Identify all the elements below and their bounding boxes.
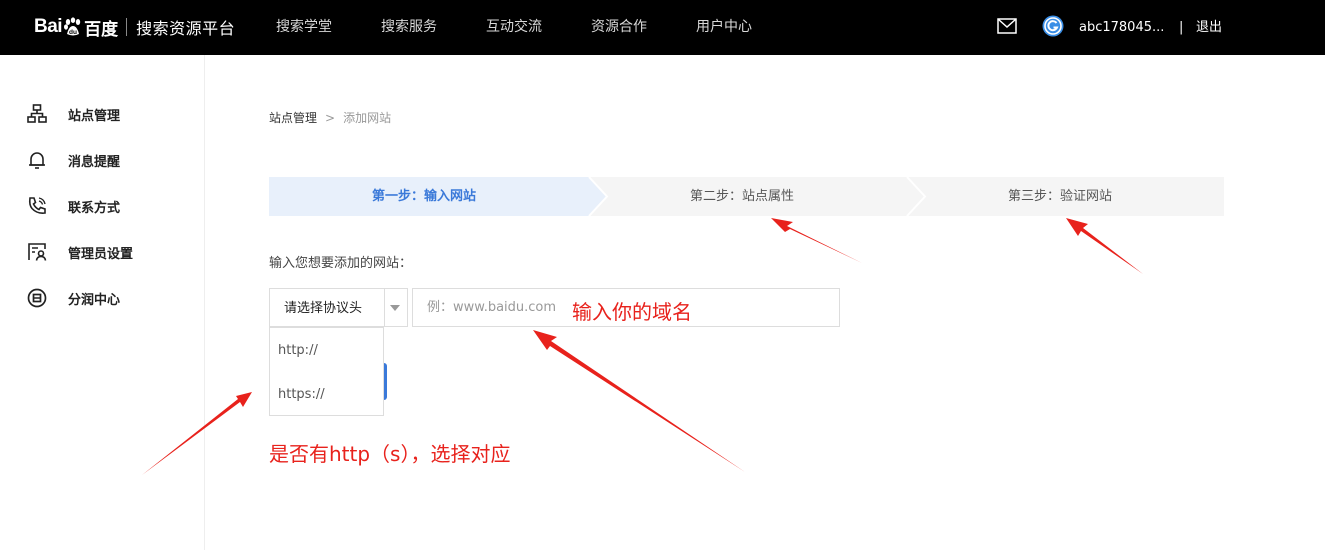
sidebar-item-label: 站点管理 bbox=[68, 108, 121, 124]
protocol-select[interactable]: 请选择协议头 bbox=[269, 288, 408, 327]
nav-item-user-center[interactable]: 用户中心 bbox=[696, 0, 752, 55]
step-2-label: 第二步：站点属性 bbox=[690, 189, 795, 204]
phone-icon bbox=[28, 197, 46, 214]
nav-item-search-academy[interactable]: 搜索学堂 bbox=[276, 0, 332, 55]
sidebar-item-label: 联系方式 bbox=[68, 200, 121, 216]
dropdown-option-http[interactable]: http:// bbox=[278, 343, 318, 358]
breadcrumb-separator: > bbox=[325, 111, 336, 125]
top-navigation-bar: Bai du 百度 搜索资源平台 搜索学堂 搜索服务 互动交流 资源合作 用户中… bbox=[0, 0, 1325, 55]
nav-item-search-services[interactable]: 搜索服务 bbox=[381, 0, 437, 55]
revenue-icon bbox=[27, 288, 47, 308]
caret-down-icon[interactable] bbox=[390, 305, 400, 311]
step-chevron bbox=[906, 177, 927, 216]
sidebar-item-label: 分润中心 bbox=[68, 292, 121, 308]
sidebar-item-label: 消息提醒 bbox=[68, 154, 121, 170]
page: Bai du 百度 搜索资源平台 搜索学堂 搜索服务 互动交流 资源合作 用户中… bbox=[0, 0, 1325, 550]
step-1-label: 第一步：输入网站 bbox=[372, 189, 477, 204]
sitemap-icon bbox=[27, 104, 47, 123]
platform-title: 搜索资源平台 bbox=[136, 19, 236, 38]
select-divider bbox=[384, 289, 385, 326]
sidebar-item-revenue-center[interactable]: 分润中心 bbox=[26, 287, 120, 309]
breadcrumb: 站点管理 > 添加网站 bbox=[269, 109, 391, 126]
sidebar-item-admin-settings[interactable]: 管理员设置 bbox=[26, 241, 133, 263]
dropdown-option-https[interactable]: https:// bbox=[278, 387, 325, 402]
logo-bai-text: Bai bbox=[34, 16, 63, 37]
sidebar-item-notifications[interactable]: 消息提醒 bbox=[26, 149, 120, 171]
main-nav: 搜索学堂 搜索服务 互动交流 资源合作 用户中心 bbox=[276, 0, 801, 55]
header-separator: | bbox=[1179, 20, 1184, 35]
paw-icon: du bbox=[63, 17, 83, 37]
breadcrumb-current: 添加网站 bbox=[343, 111, 392, 125]
step-3-label: 第三步：验证网站 bbox=[1008, 189, 1113, 204]
protocol-select-value: 请选择协议头 bbox=[284, 301, 363, 316]
site-input-label: 输入您想要添加的网站： bbox=[269, 256, 413, 271]
svg-text:du: du bbox=[69, 29, 77, 36]
sidebar: 站点管理 消息提醒 联系方式 管理员设置 分润中心 bbox=[0, 55, 205, 550]
mail-icon[interactable] bbox=[997, 18, 1017, 34]
bell-icon bbox=[29, 152, 45, 169]
username[interactable]: abc178045... bbox=[1079, 0, 1164, 55]
sidebar-item-contact[interactable]: 联系方式 bbox=[26, 195, 120, 217]
arrow-to-domain-input bbox=[533, 330, 745, 472]
annotation-protocol-hint: 是否有http（s），选择对应 bbox=[269, 442, 511, 466]
logo-divider bbox=[126, 18, 128, 36]
arrow-to-step-2 bbox=[771, 218, 862, 263]
step-progress: 第一步：输入网站 第二步：站点属性 第三步：验证网站 bbox=[269, 177, 1224, 216]
baidu-logo[interactable]: Bai du 百度 搜索资源平台 bbox=[34, 9, 235, 45]
logout-link[interactable]: 退出 bbox=[1196, 0, 1222, 55]
logo-du-text: 百度 bbox=[84, 19, 119, 39]
annotation-domain-hint: 输入你的域名 bbox=[572, 300, 692, 324]
user-avatar-icon[interactable] bbox=[1042, 15, 1064, 37]
breadcrumb-parent[interactable]: 站点管理 bbox=[269, 111, 317, 125]
sidebar-item-label: 管理员设置 bbox=[68, 246, 134, 262]
nav-item-resource-cooperation[interactable]: 资源合作 bbox=[591, 0, 647, 55]
nav-item-community[interactable]: 互动交流 bbox=[486, 0, 542, 55]
sidebar-item-site-management[interactable]: 站点管理 bbox=[26, 103, 120, 125]
admin-icon bbox=[28, 243, 47, 261]
arrow-to-step-3 bbox=[1066, 218, 1143, 274]
protocol-dropdown-menu: http:// https:// bbox=[269, 327, 384, 416]
